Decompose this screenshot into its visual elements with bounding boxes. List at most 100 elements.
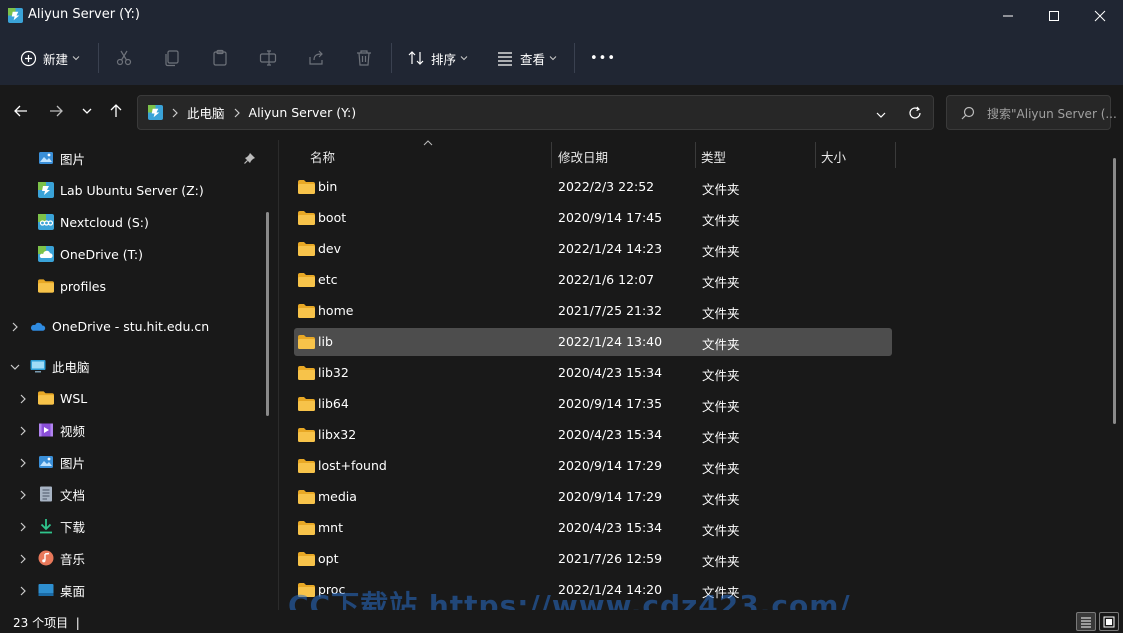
file-row[interactable]: dev 2022/1/24 14:23 文件夹 [294, 235, 892, 263]
chevron-right-icon [234, 108, 240, 117]
search-box[interactable]: 搜索"Aliyun Server (... [946, 95, 1117, 130]
title-bar[interactable]: Aliyun Server (Y:) [0, 0, 1123, 32]
nav-item-label: OneDrive - stu.hit.edu.cn [52, 318, 210, 334]
network-drive-icon [38, 182, 54, 198]
column-header-date[interactable]: 修改日期 [558, 147, 608, 166]
file-row[interactable]: home 2021/7/25 21:32 文件夹 [294, 297, 892, 325]
file-row[interactable]: opt 2021/7/26 12:59 文件夹 [294, 545, 892, 573]
pane-divider[interactable] [278, 140, 279, 610]
address-history-button[interactable] [875, 106, 887, 125]
chevron-right-icon[interactable] [17, 585, 29, 597]
file-row[interactable]: libx32 2020/4/23 15:34 文件夹 [294, 421, 892, 449]
file-row[interactable]: lib32 2020/4/23 15:34 文件夹 [294, 359, 892, 387]
file-date: 2022/2/3 22:52 [558, 179, 655, 194]
close-button[interactable] [1077, 0, 1123, 32]
pin-icon[interactable] [244, 152, 256, 164]
chevron-right-icon[interactable] [17, 457, 29, 469]
chevron-right-icon[interactable] [17, 489, 29, 501]
file-row[interactable]: lib64 2020/9/14 17:35 文件夹 [294, 390, 892, 418]
column-header-type[interactable]: 类型 [701, 147, 726, 166]
new-button[interactable]: 新建 [20, 40, 80, 76]
sort-button[interactable]: 排序 [407, 40, 468, 76]
file-date: 2020/9/14 17:29 [558, 489, 663, 504]
nav-item-label: 下载 [60, 519, 86, 535]
chevron-down-icon [460, 56, 468, 61]
maximize-button[interactable] [1031, 0, 1077, 32]
chevron-right-icon[interactable] [17, 521, 29, 533]
column-header-size[interactable]: 大小 [821, 147, 846, 166]
chevron-down-icon[interactable] [9, 361, 21, 373]
nav-item-music[interactable]: 音乐 [38, 543, 85, 573]
delete-button[interactable] [355, 40, 373, 76]
file-row[interactable]: media 2020/9/14 17:29 文件夹 [294, 483, 892, 511]
folder-icon [298, 428, 315, 442]
more-button[interactable]: ••• [590, 40, 616, 76]
address-bar[interactable]: 此电脑 Aliyun Server (Y:) [137, 95, 934, 130]
nav-item-pictures[interactable]: 图片 [38, 447, 85, 477]
window-title: Aliyun Server (Y:) [28, 7, 140, 22]
refresh-button[interactable] [908, 105, 922, 124]
nav-item-this-pc[interactable]: 此电脑 [30, 351, 90, 381]
folder-icon [298, 521, 315, 535]
nav-item-pictures-pinned[interactable]: 图片 [38, 143, 85, 173]
file-type: 文件夹 [702, 430, 740, 445]
back-button[interactable] [10, 100, 32, 122]
nav-item-onedrive-stu[interactable]: OneDrive - stu.hit.edu.cn [30, 311, 209, 341]
chevron-right-icon[interactable] [17, 425, 29, 437]
file-row[interactable]: etc 2022/1/6 12:07 文件夹 [294, 266, 892, 294]
forward-button[interactable] [45, 100, 67, 122]
navigation-pane: 图片 Lab Ubuntu Server (Z:) Nextcloud (S:)… [0, 140, 278, 610]
file-list-scrollbar[interactable] [1113, 158, 1116, 424]
chevron-right-icon [172, 108, 178, 117]
file-name: media [318, 489, 357, 504]
tiles-view-button[interactable] [1099, 612, 1119, 631]
minimize-button[interactable] [985, 0, 1031, 32]
chevron-right-icon[interactable] [17, 393, 29, 405]
recent-locations-button[interactable] [76, 100, 98, 122]
folder-icon [298, 552, 315, 566]
column-header: 名称 修改日期 类型 大小 [280, 140, 1120, 170]
minimize-icon [1003, 15, 1013, 17]
nav-item-documents[interactable]: 文档 [38, 479, 85, 509]
view-button[interactable]: 查看 [496, 40, 557, 76]
file-name: libx32 [318, 427, 357, 442]
navigation-pane-scrollbar[interactable] [266, 212, 269, 416]
paste-button[interactable] [211, 40, 229, 76]
nav-item-profiles[interactable]: profiles [38, 271, 106, 301]
toolbar-divider [391, 43, 392, 73]
nav-item-wsl[interactable]: WSL [38, 383, 87, 413]
tiles-view-icon [1103, 616, 1115, 627]
file-row[interactable]: lost+found 2020/9/14 17:29 文件夹 [294, 452, 892, 480]
nav-item-onedrive-t[interactable]: OneDrive (T:) [38, 239, 143, 269]
file-row[interactable]: bin 2022/2/3 22:52 文件夹 [294, 173, 892, 201]
chevron-right-icon[interactable] [9, 321, 21, 333]
column-divider[interactable] [815, 142, 816, 168]
cut-button[interactable] [115, 40, 133, 76]
file-row-selected[interactable]: lib 2022/1/24 13:40 文件夹 [294, 328, 892, 356]
folder-icon [298, 335, 315, 349]
nav-item-lab-ubuntu-server[interactable]: Lab Ubuntu Server (Z:) [38, 175, 204, 205]
nav-item-downloads[interactable]: 下载 [38, 511, 85, 541]
details-view-button[interactable] [1076, 612, 1096, 631]
copy-button[interactable] [163, 40, 181, 76]
column-divider[interactable] [695, 142, 696, 168]
nav-item-videos[interactable]: 视频 [38, 415, 85, 445]
file-date: 2022/1/24 13:40 [558, 334, 663, 349]
nav-item-desktop[interactable]: 桌面 [38, 575, 85, 605]
share-button[interactable] [307, 40, 325, 76]
music-icon [38, 550, 54, 566]
column-divider[interactable] [895, 142, 896, 168]
nav-item-label: 图片 [60, 151, 86, 167]
column-divider[interactable] [551, 142, 552, 168]
up-button[interactable] [105, 100, 127, 122]
rename-button[interactable] [259, 40, 277, 76]
breadcrumb-this-pc[interactable]: 此电脑 [187, 103, 225, 122]
nav-item-nextcloud[interactable]: Nextcloud (S:) [38, 207, 149, 237]
file-date: 2022/1/6 12:07 [558, 272, 655, 287]
column-header-name[interactable]: 名称 [310, 147, 335, 166]
file-row[interactable]: boot 2020/9/14 17:45 文件夹 [294, 204, 892, 232]
chevron-right-icon[interactable] [17, 553, 29, 565]
breadcrumb-current-drive[interactable]: Aliyun Server (Y:) [249, 105, 357, 120]
downloads-icon [38, 518, 54, 534]
file-row[interactable]: mnt 2020/4/23 15:34 文件夹 [294, 514, 892, 542]
